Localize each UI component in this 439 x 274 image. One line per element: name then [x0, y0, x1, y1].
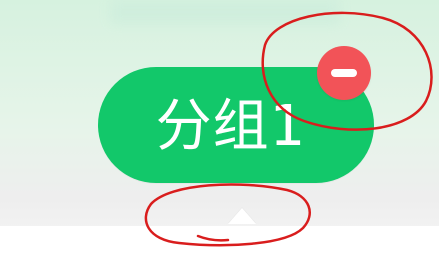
right-partial-chip — [427, 104, 439, 146]
selection-pointer — [228, 208, 256, 224]
minus-icon — [331, 69, 357, 77]
left-partial-chip — [0, 104, 18, 146]
bottom-panel — [0, 226, 439, 274]
group-chip-label: 分组1 — [155, 94, 307, 159]
remove-group-button[interactable] — [317, 46, 371, 100]
top-highlight — [110, 0, 340, 24]
